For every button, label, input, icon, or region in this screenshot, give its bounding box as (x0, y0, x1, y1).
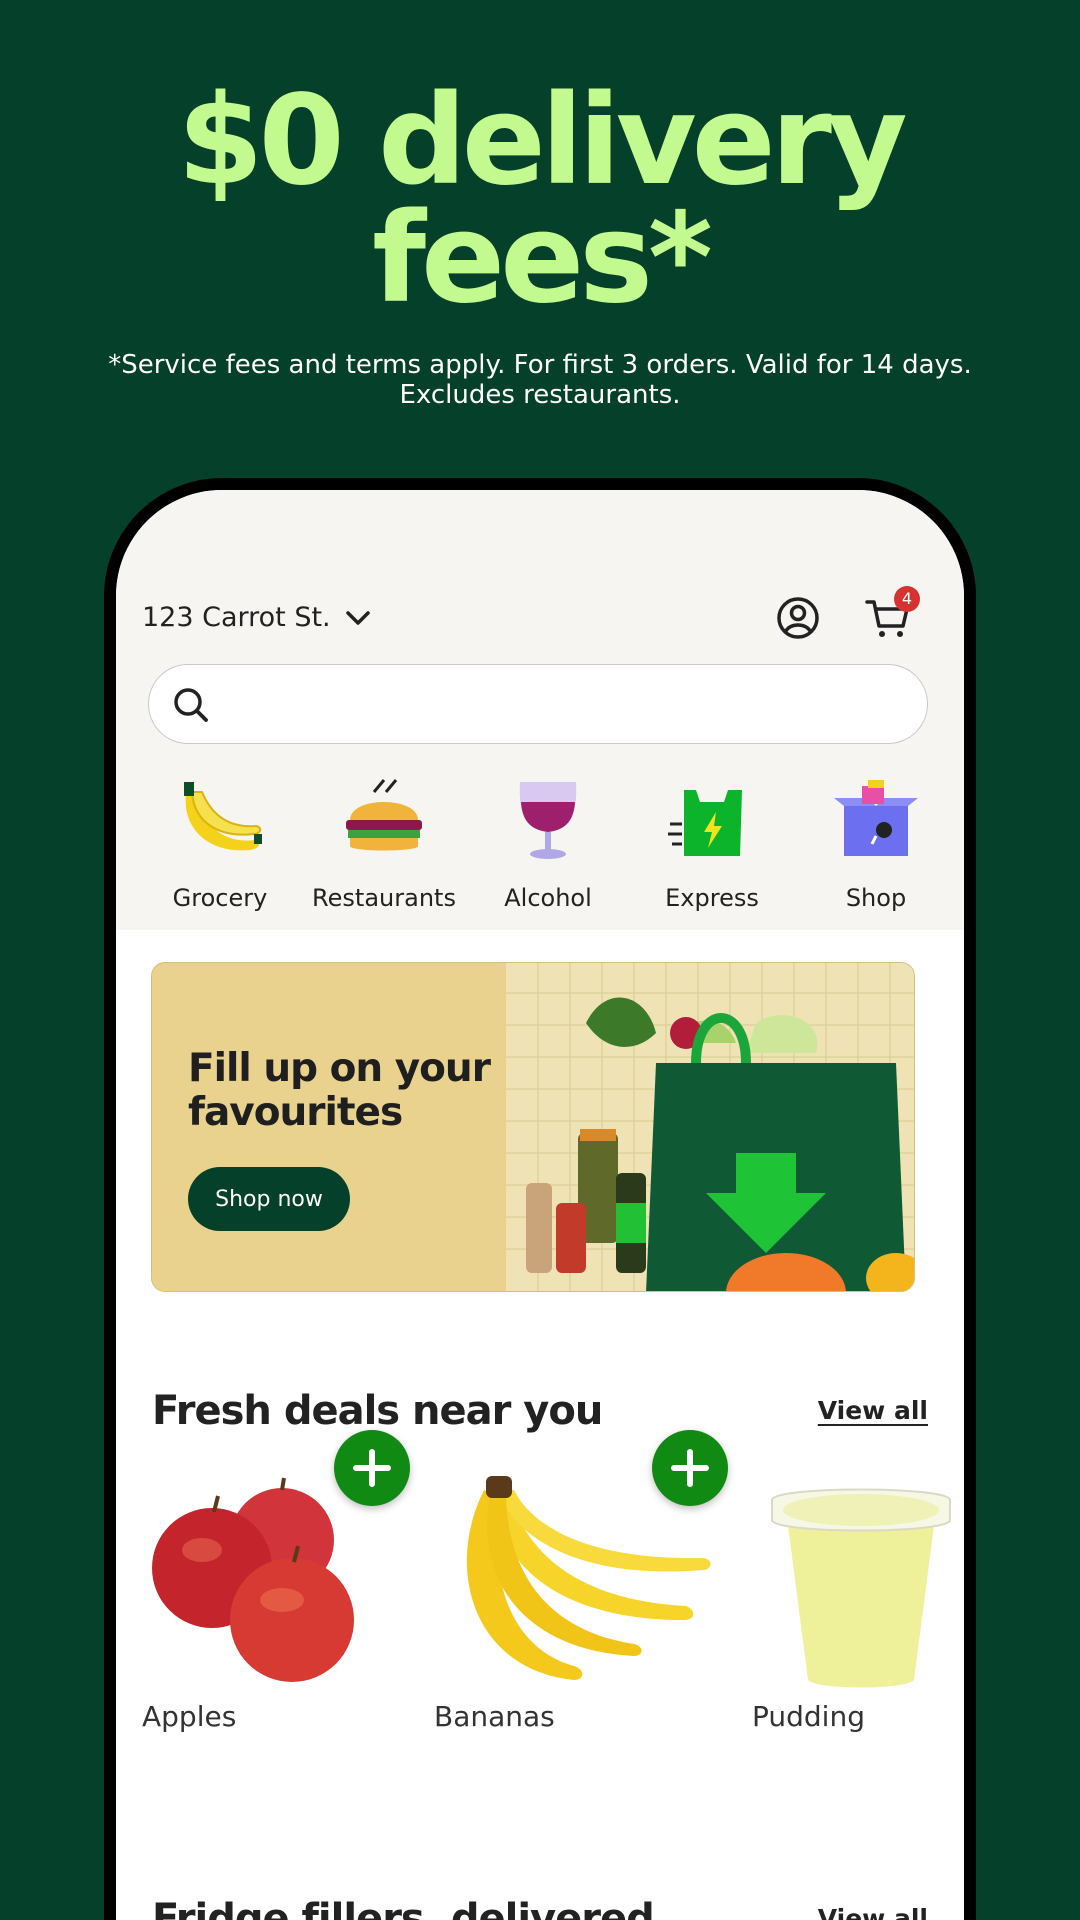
category-express[interactable]: Express (632, 772, 792, 922)
chevron-down-icon (345, 610, 370, 625)
fresh-deals-view-all-link[interactable]: View all (818, 1396, 928, 1425)
fridge-fillers-title: Fridge fillers, delivered (152, 1896, 655, 1920)
add-apples-button[interactable] (334, 1430, 410, 1506)
shop-now-button[interactable]: Shop now (188, 1167, 350, 1231)
category-label: Alcohol (504, 884, 592, 912)
address-selector[interactable]: 123 Carrot St. (142, 602, 371, 633)
category-shop[interactable]: Shop (796, 772, 956, 922)
burger-icon (346, 779, 422, 851)
category-alcohol[interactable]: Alcohol (468, 772, 628, 922)
hero-subtitle-line2: Excludes restaurants. (399, 380, 681, 410)
address-label: 123 Carrot St. (142, 602, 331, 633)
wine-glass-icon (519, 782, 577, 859)
banner-title: Fill up on your favourites (188, 1046, 491, 1135)
category-restaurants[interactable]: Restaurants (304, 772, 464, 922)
grocery-bag-illustration (506, 963, 914, 1291)
category-label: Grocery (172, 884, 268, 912)
category-label: Express (665, 884, 759, 912)
account-button[interactable] (774, 594, 822, 642)
plus-icon (353, 1449, 391, 1487)
cart-count-badge: 4 (894, 586, 920, 612)
phone-frame: 123 Carrot St. 4 Grocery Restaurants Alc… (104, 478, 976, 1920)
hero-title-line2: fees* (372, 187, 713, 331)
product-card-pudding[interactable]: Pudding (752, 1430, 964, 1790)
product-label: Apples (142, 1700, 237, 1733)
plus-icon (671, 1449, 709, 1487)
phone-screen: 123 Carrot St. 4 Grocery Restaurants Alc… (116, 490, 964, 1920)
bananas-image (466, 1476, 711, 1680)
account-icon (777, 597, 819, 639)
product-label: Bananas (434, 1700, 555, 1733)
category-label: Restaurants (312, 884, 456, 912)
gift-box-icon (834, 780, 918, 856)
pudding-image (771, 1488, 951, 1688)
product-label: Pudding (752, 1700, 865, 1733)
category-grocery[interactable]: Grocery (140, 772, 300, 922)
hero-subtitle: *Service fees and terms apply. For first… (60, 350, 1020, 410)
hero-subtitle-line1: *Service fees and terms apply. For first… (108, 350, 972, 380)
banana-icon (184, 782, 262, 851)
hero-title-line1: $0 delivery (177, 69, 908, 213)
express-bag-icon (668, 790, 742, 856)
hero-title: $0 delivery fees* (0, 69, 1080, 331)
add-bananas-button[interactable] (652, 1430, 728, 1506)
search-bar[interactable] (148, 664, 928, 744)
fresh-deals-title: Fresh deals near you (152, 1388, 603, 1434)
search-icon (174, 688, 208, 722)
category-label: Shop (845, 884, 907, 912)
apples-image (152, 1477, 354, 1682)
fridge-fillers-view-all-link[interactable]: View all (818, 1904, 928, 1920)
cart-button[interactable]: 4 (864, 586, 920, 642)
category-row: Grocery Restaurants Alcohol Express Shop (128, 772, 958, 922)
promo-banner[interactable]: Fill up on your favourites Shop now (151, 962, 915, 1292)
